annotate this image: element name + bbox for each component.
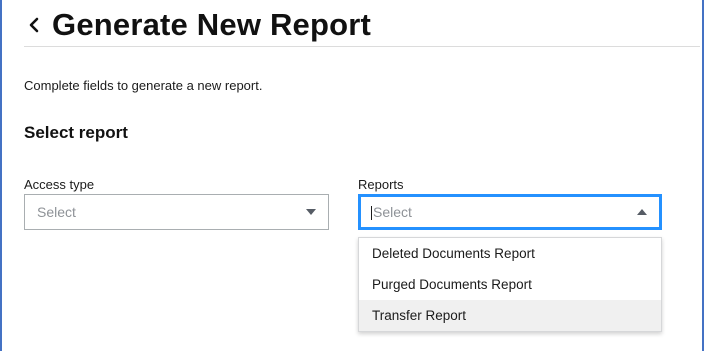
access-type-select[interactable]: Select bbox=[24, 194, 329, 230]
text-cursor bbox=[371, 206, 372, 221]
page-title: Generate New Report bbox=[52, 7, 372, 42]
page-header: Generate New Report bbox=[24, 4, 698, 46]
reports-label: Reports bbox=[358, 177, 404, 192]
dropdown-option-transfer-report[interactable]: Transfer Report bbox=[359, 300, 661, 331]
access-type-placeholder: Select bbox=[37, 204, 76, 220]
reports-placeholder: Select bbox=[373, 203, 412, 220]
caret-up-icon[interactable] bbox=[637, 209, 647, 215]
reports-dropdown-menu: Deleted Documents Report Purged Document… bbox=[358, 237, 662, 332]
chevron-left-icon[interactable] bbox=[24, 15, 44, 35]
reports-select[interactable]: Select bbox=[358, 194, 662, 230]
header-divider bbox=[24, 46, 700, 47]
section-title: Select report bbox=[24, 123, 128, 142]
dropdown-option-purged-documents-report[interactable]: Purged Documents Report bbox=[359, 269, 661, 300]
intro-text: Complete fields to generate a new report… bbox=[24, 78, 263, 93]
dropdown-option-deleted-documents-report[interactable]: Deleted Documents Report bbox=[359, 238, 661, 269]
reports-input[interactable]: Select bbox=[361, 203, 637, 221]
caret-down-icon bbox=[306, 209, 316, 215]
window-border-left bbox=[0, 0, 2, 351]
access-type-label: Access type bbox=[24, 177, 95, 192]
